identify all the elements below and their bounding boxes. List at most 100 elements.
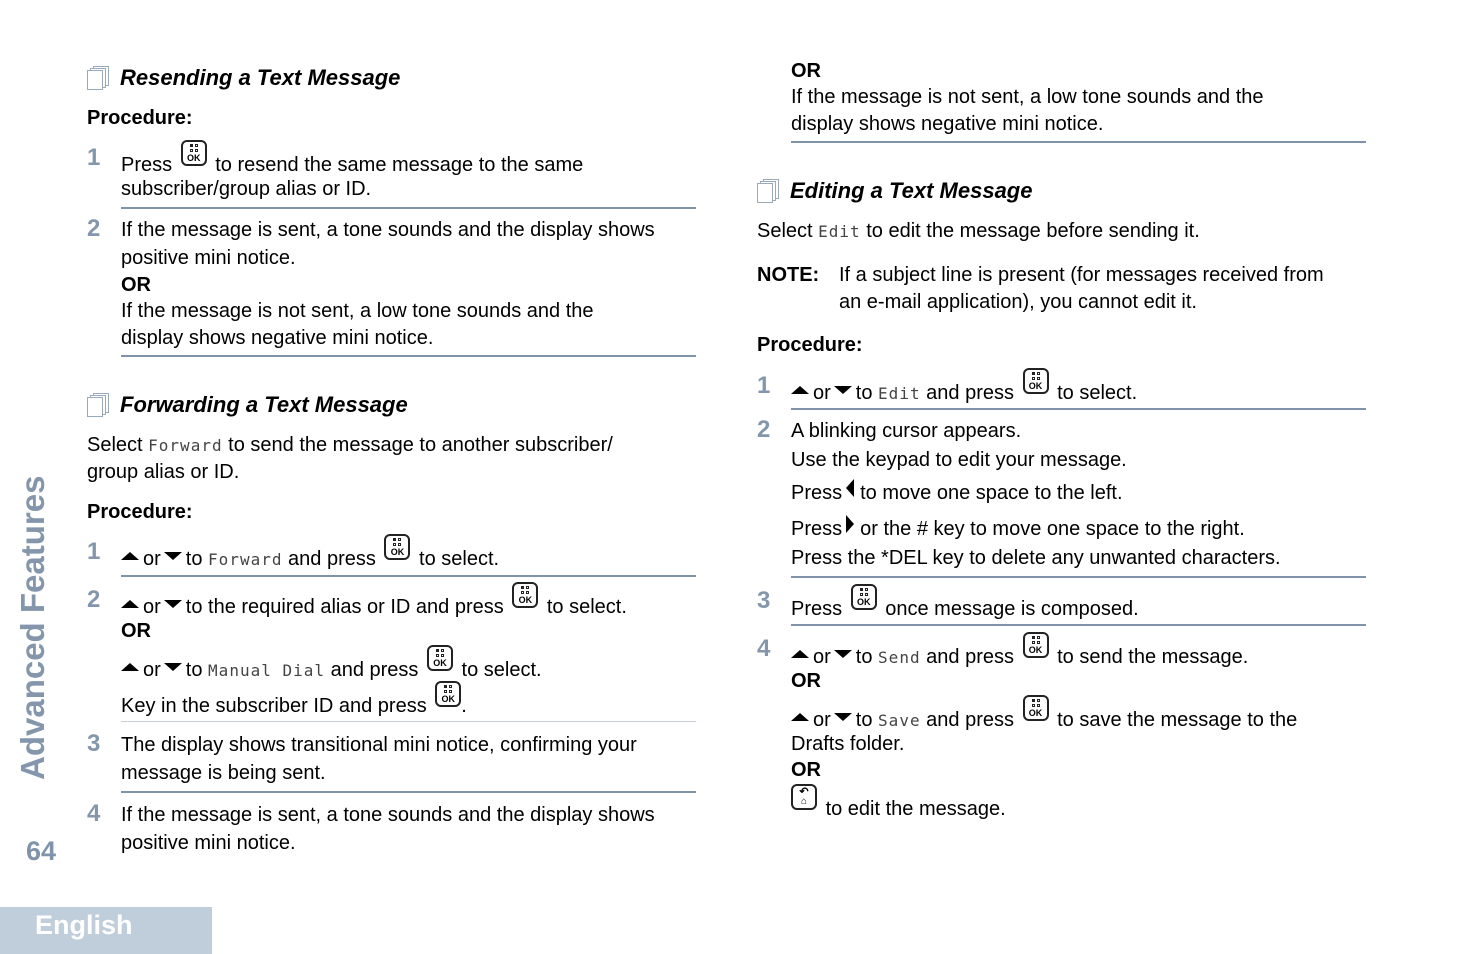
procedure-label: Procedure:	[87, 501, 193, 523]
text: to resend the same message to the same	[215, 154, 584, 176]
note-text: If a subject line is present (for messag…	[839, 264, 1324, 286]
step-text: positive mini notice.	[121, 832, 296, 854]
arrow-up-icon	[791, 386, 809, 394]
step-text: Key in the subscriber ID and press OK.	[121, 681, 467, 720]
step-text: Use the keypad to edit your message.	[791, 449, 1127, 471]
text: to send the message to another subscribe…	[228, 434, 613, 456]
arrow-down-icon	[833, 650, 852, 658]
step-number: 2	[757, 416, 771, 443]
text: and press	[926, 646, 1014, 668]
procedure-label: Procedure:	[757, 334, 863, 356]
text: to	[855, 709, 873, 731]
divider	[791, 141, 1366, 143]
arrow-down-icon	[163, 663, 182, 671]
procedure-label: Procedure:	[87, 107, 193, 129]
text: or	[813, 382, 831, 404]
text: to	[855, 382, 873, 404]
menu-code: Forward	[208, 550, 283, 569]
text: to move one space to the left.	[860, 482, 1123, 504]
text: or	[143, 548, 161, 570]
text: and press	[926, 382, 1014, 404]
step-text: Press OK once message is composed.	[791, 584, 1139, 623]
text: Key in the subscriber ID and press	[121, 695, 427, 717]
step-number: 4	[757, 635, 771, 662]
text: or	[813, 646, 831, 668]
menu-ok-key-icon: OK	[426, 645, 453, 671]
text: to select.	[546, 596, 627, 618]
step-number: 2	[87, 215, 101, 242]
intro-text: group alias or ID.	[87, 461, 240, 483]
menu-ok-key-icon: OK	[1022, 368, 1049, 394]
text: and press	[330, 659, 419, 681]
arrow-up-icon	[121, 600, 139, 608]
step-text: If the message is not sent, a low tone s…	[121, 300, 594, 322]
document-stack-icon	[87, 66, 109, 90]
menu-code: Edit	[878, 384, 921, 403]
step-text: or to Send and press OK to send the messa…	[791, 632, 1249, 671]
note-label: NOTE:	[757, 264, 820, 286]
text: Press	[791, 598, 843, 620]
step-text: or to Save and press OK to save the messa…	[791, 695, 1298, 734]
text: Press	[791, 518, 843, 540]
step-text: Press the *DEL key to delete any unwante…	[791, 547, 1281, 569]
text: to select.	[1057, 382, 1138, 404]
text: or the # key to move one space to the ri…	[860, 518, 1245, 540]
or-label: OR	[121, 620, 151, 642]
section-heading-resending: Resending a Text Message	[87, 65, 400, 91]
text: Select	[757, 220, 813, 242]
document-stack-icon	[757, 179, 779, 203]
step-number: 3	[757, 587, 771, 614]
step-number: 1	[87, 538, 101, 565]
step-number: 3	[87, 730, 101, 757]
divider	[121, 355, 696, 357]
text: to edit the message.	[825, 798, 1006, 820]
step-text: Press or the # key to move one space to t…	[791, 515, 1245, 543]
step-number: 1	[757, 372, 771, 399]
step-text: display shows negative mini notice.	[121, 327, 434, 349]
or-label: OR	[791, 759, 821, 781]
menu-code: Send	[878, 648, 921, 667]
menu-ok-key-icon: OK	[435, 681, 462, 707]
text: and press	[926, 709, 1014, 731]
step-text: Drafts folder.	[791, 733, 905, 755]
text: once message is composed.	[885, 598, 1139, 620]
step-text: If the message is not sent, a low tone s…	[791, 86, 1264, 108]
document-stack-icon	[87, 393, 109, 417]
divider	[791, 408, 1366, 410]
text: to select.	[461, 659, 542, 681]
text: or	[143, 659, 161, 681]
text: to	[855, 646, 873, 668]
text: to the required alias or ID and press	[185, 596, 504, 618]
menu-ok-key-icon: OK	[1022, 695, 1049, 721]
step-text: or to Manual Dial and press OK to select.	[121, 645, 542, 684]
page-number: 64	[26, 836, 57, 866]
text: Select	[87, 434, 143, 456]
text: to select.	[419, 548, 500, 570]
text: to	[185, 659, 203, 681]
divider	[791, 576, 1366, 578]
step-text: If the message is sent, a tone sounds an…	[121, 804, 655, 826]
step-text: The display shows transitional mini noti…	[121, 734, 637, 756]
text: .	[461, 695, 467, 717]
text: Press	[121, 154, 173, 176]
step-number: 4	[87, 800, 101, 827]
step-text: Press OK to resend the same message to t…	[121, 140, 584, 179]
menu-code: Forward	[148, 436, 223, 455]
intro-text: Select Edit to edit the message before s…	[757, 218, 1200, 245]
divider	[121, 791, 696, 793]
text: to send the message.	[1057, 646, 1249, 668]
arrow-up-icon	[121, 663, 139, 671]
step-text: or to Forward and press OK to select.	[121, 534, 500, 573]
text: to save the message to the	[1057, 709, 1298, 731]
text: or	[813, 709, 831, 731]
menu-code: Manual Dial	[208, 661, 326, 680]
arrow-up-icon	[121, 552, 139, 560]
step-number: 1	[87, 144, 101, 171]
section-title: Resending a Text Message	[120, 65, 401, 90]
or-label: OR	[121, 274, 151, 296]
arrow-down-icon	[163, 552, 182, 560]
divider	[791, 624, 1366, 626]
arrow-down-icon	[163, 600, 182, 608]
menu-ok-key-icon: OK	[850, 584, 877, 610]
menu-code: Edit	[818, 222, 861, 241]
